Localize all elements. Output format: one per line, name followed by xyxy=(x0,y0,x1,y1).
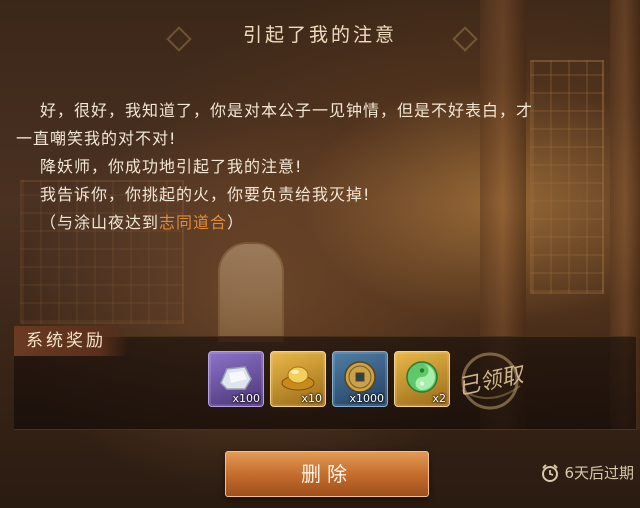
bond-suffix: ） xyxy=(227,213,245,232)
bond-prefix: （与涂山夜达到 xyxy=(40,213,160,232)
reward-item-list: x100 x10 x1000 x2 xyxy=(208,351,450,407)
item-count: x1000 xyxy=(349,392,384,405)
expiry-text: 6天后过期 xyxy=(564,464,634,482)
reward-item-silver-ingot[interactable]: x100 xyxy=(208,351,264,407)
silver-ingot-icon xyxy=(220,366,252,390)
item-count: x2 xyxy=(432,392,446,405)
story-text: 好，很好，我知道了，你是对本公子一见钟情，但是不好表白，才 一直嘲笑我的对不对!… xyxy=(16,97,628,237)
reward-item-copper-coin[interactable]: x1000 xyxy=(332,351,388,407)
claimed-stamp: 已领取 xyxy=(456,352,528,410)
background-arched-window xyxy=(218,242,284,342)
story-line: 一直嘲笑我的对不对! xyxy=(16,129,177,148)
story-line: 好，很好，我知道了，你是对本公子一见钟情，但是不好表白，才 xyxy=(40,101,534,120)
bond-level: 志同道合 xyxy=(159,213,228,232)
reward-header: 系统奖励 xyxy=(14,326,128,356)
item-count: x10 xyxy=(301,392,322,405)
dialog-title: 引起了我的注意 xyxy=(242,24,397,46)
reward-item-gold-ingot[interactable]: x10 xyxy=(270,351,326,407)
reward-item-jade-orb[interactable]: x2 xyxy=(394,351,450,407)
jade-orb-icon xyxy=(406,361,438,393)
copper-coin-icon xyxy=(344,361,376,393)
expiry-notice: 6天后过期 xyxy=(540,462,634,483)
item-count: x100 xyxy=(232,392,260,405)
story-line: 我告诉你，你挑起的火，你要负责给我灭掉! xyxy=(40,185,371,204)
delete-button[interactable]: 删除 xyxy=(225,451,429,497)
story-line: 降妖师，你成功地引起了我的注意! xyxy=(40,157,303,176)
bond-line: （与涂山夜达到志同道合） xyxy=(16,209,628,237)
gold-ingot-icon xyxy=(281,366,315,391)
alarm-clock-icon xyxy=(542,463,559,482)
